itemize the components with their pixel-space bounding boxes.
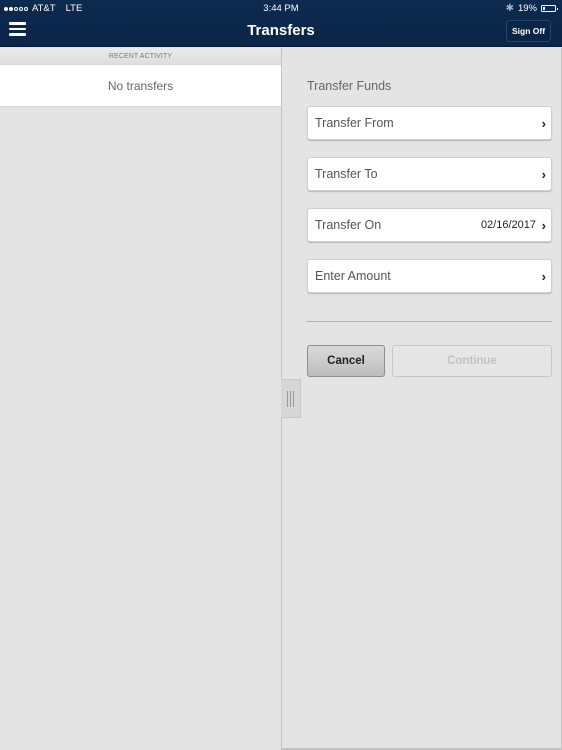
cancel-button[interactable]: Cancel: [307, 345, 385, 377]
transfer-from-field[interactable]: Transfer From ›: [307, 106, 552, 140]
transfer-funds-panel: Transfer Funds Transfer From › Transfer …: [281, 48, 562, 750]
battery-fill: [543, 7, 546, 10]
panel-resize-handle[interactable]: [281, 379, 301, 418]
app-header: AT&T LTE 3:44 PM ✱ 19% Transfers Sign Of…: [0, 0, 562, 47]
no-transfers-message: No transfers: [0, 65, 281, 107]
bluetooth-icon: ✱: [505, 3, 514, 14]
field-label: Enter Amount: [315, 269, 391, 283]
continue-button[interactable]: Continue: [392, 345, 552, 377]
recent-activity-header: RECENT ACTIVITY: [0, 48, 281, 65]
form-divider: [307, 321, 552, 322]
transfer-to-field[interactable]: Transfer To ›: [307, 157, 552, 191]
field-label: Transfer On: [315, 218, 382, 232]
chevron-right-icon: ›: [541, 218, 546, 233]
chevron-right-icon: ›: [541, 167, 546, 182]
field-label: Transfer To: [315, 167, 378, 181]
sign-off-button[interactable]: Sign Off: [506, 20, 551, 42]
status-right: ✱ 19%: [505, 3, 558, 14]
field-label: Transfer From: [315, 116, 394, 130]
transfer-on-field[interactable]: Transfer On 02/16/2017 ›: [307, 208, 552, 242]
enter-amount-field[interactable]: Enter Amount ›: [307, 259, 552, 293]
chevron-right-icon: ›: [541, 116, 546, 131]
form-title: Transfer Funds: [307, 79, 392, 93]
battery-icon: [541, 5, 558, 12]
battery-percent: 19%: [517, 3, 537, 14]
transfer-date-value: 02/16/2017: [480, 219, 536, 231]
recent-activity-panel: RECENT ACTIVITY No transfers: [0, 48, 281, 750]
status-bar: AT&T LTE 3:44 PM ✱ 19%: [0, 0, 562, 15]
page-title: Transfers: [247, 22, 315, 39]
status-time: 3:44 PM: [263, 3, 299, 14]
chevron-right-icon: ›: [541, 269, 546, 284]
